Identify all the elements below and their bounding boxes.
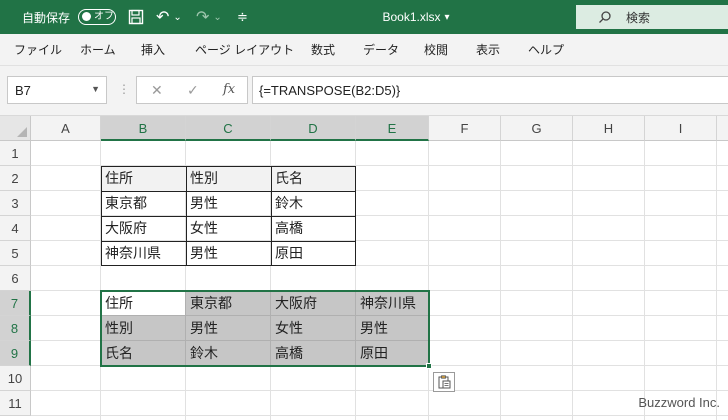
search-box[interactable]: 検索 bbox=[576, 5, 728, 29]
title-bar: 自動保存 オフ ↶ ⌄ ↷ ⌄ ≑ Book1.xlsx ▾ 検索 bbox=[0, 0, 728, 34]
tab-review[interactable]: 校閲 bbox=[424, 34, 448, 66]
selection-border bbox=[100, 290, 430, 367]
gridline bbox=[644, 141, 645, 420]
name-box[interactable]: B7 ▼ bbox=[7, 76, 107, 104]
search-placeholder: 検索 bbox=[626, 10, 651, 25]
column-header-h[interactable]: H bbox=[573, 116, 645, 141]
row-header-10[interactable]: 10 bbox=[0, 366, 31, 391]
column-header-a[interactable]: A bbox=[31, 116, 101, 141]
redo-icon: ↷ bbox=[196, 9, 210, 26]
cell-b5[interactable]: 神奈川県 bbox=[101, 241, 186, 266]
watermark: Buzzword Inc. bbox=[638, 395, 720, 410]
gridline bbox=[716, 141, 717, 420]
gridline bbox=[572, 141, 573, 420]
name-box-value: B7 bbox=[15, 83, 31, 98]
select-all-corner[interactable] bbox=[0, 116, 31, 141]
row-header-7[interactable]: 7 bbox=[0, 291, 31, 316]
vertical-dots-icon: ⋮ bbox=[118, 82, 130, 96]
row-header-2[interactable]: 2 bbox=[0, 166, 31, 191]
autosave-label: 自動保存 bbox=[22, 10, 71, 25]
spreadsheet-grid[interactable]: A B C D E F G H I 1 2 3 4 5 6 7 8 9 10 1… bbox=[0, 116, 728, 420]
autosave-toggle[interactable]: オフ bbox=[78, 9, 116, 25]
row-header-3[interactable]: 3 bbox=[0, 191, 31, 216]
cell-b2[interactable]: 住所 bbox=[101, 166, 186, 191]
search-icon bbox=[599, 11, 611, 23]
gridline bbox=[500, 141, 501, 420]
column-header-d[interactable]: D bbox=[271, 116, 356, 141]
customize-icon: ≑ bbox=[237, 9, 248, 24]
row-header-8[interactable]: 8 bbox=[0, 316, 31, 341]
row-header-6[interactable]: 6 bbox=[0, 266, 31, 291]
formula-text: {=TRANSPOSE(B2:D5)} bbox=[259, 83, 401, 98]
column-header-i[interactable]: I bbox=[645, 116, 717, 141]
gridline bbox=[31, 415, 728, 416]
clipboard-icon bbox=[438, 375, 451, 389]
cell-c4[interactable]: 女性 bbox=[186, 216, 271, 241]
column-header-f[interactable]: F bbox=[429, 116, 501, 141]
column-header-g[interactable]: G bbox=[501, 116, 573, 141]
column-header-c[interactable]: C bbox=[186, 116, 271, 141]
gridline bbox=[428, 141, 429, 420]
document-title[interactable]: Book1.xlsx ▾ bbox=[356, 0, 476, 34]
cell-b4[interactable]: 大阪府 bbox=[101, 216, 186, 241]
formula-input[interactable]: {=TRANSPOSE(B2:D5)} bbox=[252, 76, 728, 104]
cell-d2[interactable]: 氏名 bbox=[271, 166, 356, 191]
tab-page-layout[interactable]: ページ レイアウト bbox=[195, 34, 294, 66]
cell-b3[interactable]: 東京都 bbox=[101, 191, 186, 216]
undo-button[interactable]: ↶ ⌄ bbox=[156, 0, 182, 34]
save-button[interactable] bbox=[128, 0, 144, 34]
redo-dropdown-icon[interactable]: ⌄ bbox=[213, 12, 221, 23]
paste-options-button[interactable] bbox=[433, 372, 455, 392]
undo-icon: ↶ bbox=[156, 9, 170, 26]
row-header-4[interactable]: 4 bbox=[0, 216, 31, 241]
select-all-icon bbox=[17, 127, 27, 137]
cell-c3[interactable]: 男性 bbox=[186, 191, 271, 216]
tab-view[interactable]: 表示 bbox=[476, 34, 500, 66]
autosave-toggle-label: オフ bbox=[94, 11, 114, 22]
gridline bbox=[31, 390, 728, 391]
chevron-down-icon[interactable]: ▼ bbox=[91, 84, 100, 94]
customize-toolbar-button[interactable]: ≑ bbox=[237, 0, 248, 34]
tab-file[interactable]: ファイル bbox=[14, 34, 62, 66]
insert-function-icon[interactable]: fx bbox=[223, 82, 235, 97]
row-header-9[interactable]: 9 bbox=[0, 341, 31, 366]
row-header-11[interactable]: 11 bbox=[0, 391, 31, 416]
row-header-5[interactable]: 5 bbox=[0, 241, 31, 266]
file-name: Book1.xlsx bbox=[382, 10, 441, 24]
cancel-icon[interactable]: ✕ bbox=[151, 82, 163, 99]
redo-button[interactable]: ↷ ⌄ bbox=[196, 0, 222, 34]
chevron-down-icon: ▾ bbox=[444, 11, 450, 23]
enter-icon[interactable]: ✓ bbox=[187, 82, 199, 99]
tab-data[interactable]: データ bbox=[363, 34, 399, 66]
row-header-1[interactable]: 1 bbox=[0, 141, 31, 166]
ribbon-tabs: ファイル ホーム 挿入 ページ レイアウト 数式 データ 校閲 表示 ヘルプ bbox=[0, 34, 728, 66]
tab-help[interactable]: ヘルプ bbox=[528, 34, 564, 66]
fill-handle[interactable] bbox=[426, 363, 432, 369]
cell-d5[interactable]: 原田 bbox=[271, 241, 356, 266]
tab-formulas[interactable]: 数式 bbox=[311, 34, 335, 66]
formula-bar: B7 ▼ ⋮ ✕ ✓ fx {=TRANSPOSE(B2:D5)} bbox=[0, 66, 728, 116]
column-header-partial[interactable] bbox=[717, 116, 728, 141]
toggle-knob bbox=[82, 12, 91, 21]
cell-c5[interactable]: 男性 bbox=[186, 241, 271, 266]
undo-dropdown-icon[interactable]: ⌄ bbox=[173, 12, 181, 23]
column-header-e[interactable]: E bbox=[356, 116, 429, 141]
cell-d3[interactable]: 鈴木 bbox=[271, 191, 356, 216]
floppy-disk-icon bbox=[128, 9, 144, 25]
column-header-b[interactable]: B bbox=[101, 116, 186, 141]
tab-insert[interactable]: 挿入 bbox=[141, 34, 165, 66]
tab-home[interactable]: ホーム bbox=[80, 34, 116, 66]
cell-d4[interactable]: 高橋 bbox=[271, 216, 356, 241]
cell-c2[interactable]: 性別 bbox=[186, 166, 271, 191]
formula-buttons: ✕ ✓ fx bbox=[136, 76, 248, 104]
